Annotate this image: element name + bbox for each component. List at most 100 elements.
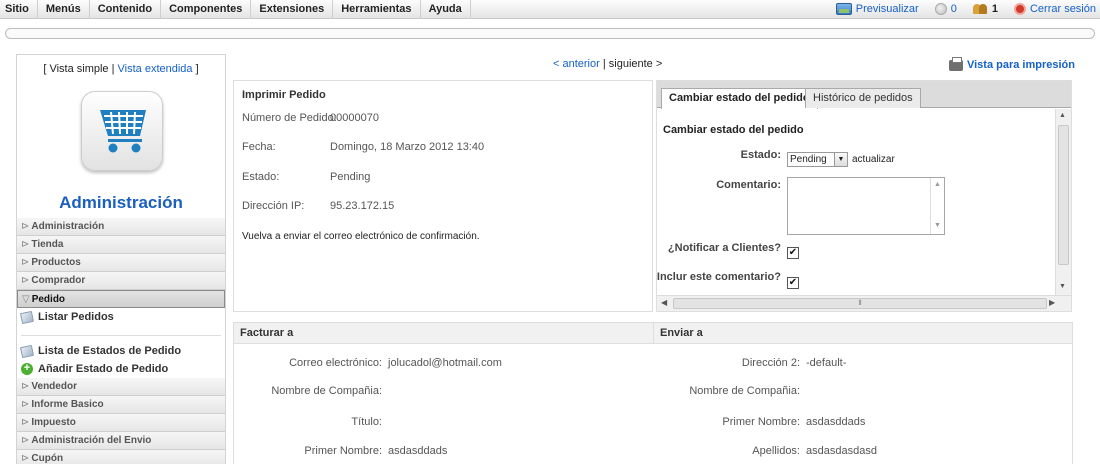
order-status-label: Estado: [242,171,280,183]
order-info-panel: Imprimir Pedido Número de Pedido: 000000… [233,80,653,312]
horizontal-scrollbar[interactable]: ◀ ⦀ ▶ [657,295,1071,311]
billing-firstname-label: Primer Nombre: [304,445,382,457]
shipping-address2-label: Dirección 2: [741,357,800,369]
menu-menus[interactable]: Menús [38,0,90,19]
order-number-value: 00000070 [330,112,379,124]
add-icon: + [21,363,33,375]
sidebar-subitem-estados-pedido[interactable]: Lista de Estados de Pedido [17,342,225,360]
users-icon [972,3,988,15]
status-area: Previsualizar 0 1 Cerrar sesión [835,0,1096,18]
chevron-right-icon: ⊳ [21,435,30,446]
order-info-title: Imprimir Pedido [242,89,326,101]
print-view-link[interactable]: Vista para impresión [948,56,1075,71]
sidebar-nav: ⊳ Administración ⊳ Tienda ⊳ Productos ⊳ Comp… [17,218,225,464]
document-icon [19,310,35,324]
sidebar-item-pedido[interactable]: ▽ Pedido [17,290,225,308]
messages-count[interactable]: 0 [951,3,957,15]
main-menu: Sitio Menús Contenido Componentes Extens… [0,0,471,19]
sidebar-item-administracion[interactable]: ⊳ Administración [17,218,225,236]
previous-link[interactable]: < anterior [553,58,600,70]
order-status-tabs: Cambiar estado del pedido Histórico de p… [656,80,1072,312]
include-comment-checkbox[interactable]: ✔ [787,277,799,289]
billing-email-label: Correo electrónico: [289,357,382,369]
chevron-right-icon: ⊳ [21,417,30,428]
billing-firstname-value: asdasddads [388,445,448,457]
comment-label: Comentario: [716,179,781,191]
view-switch: [ Vista simple | Vista extendida ] [17,63,225,75]
menu-herramientas[interactable]: Herramientas [333,0,421,19]
progress-bar [5,28,1095,39]
sidebar-item-productos[interactable]: ⊳ Productos [17,254,225,272]
horizontal-scroll-thumb[interactable]: ⦀ [673,298,1047,309]
shipping-firstname-value: asdasddads [806,416,866,428]
shipping-header: Enviar a [653,323,1072,344]
view-extended-link[interactable]: Vista extendida [118,63,193,75]
preview-icon[interactable] [835,3,852,15]
shipping-address2-value: -default- [806,357,847,369]
change-status-title: Cambiar estado del pedido [663,124,804,136]
sidebar-title: Administración [59,193,183,212]
chevron-right-icon: ⊳ [21,453,30,464]
addresses-panel: Facturar a Enviar a Correo electrónico: … [233,322,1073,464]
chevron-down-icon[interactable]: ▼ [834,153,847,166]
sidebar-item-cupon[interactable]: ⊳ Cupón [17,450,225,464]
view-switch-close: ] [195,63,199,75]
shopping-cart-icon [81,91,163,171]
view-simple-link[interactable]: [ Vista simple | [43,63,114,75]
vertical-scroll-thumb[interactable] [1058,125,1069,265]
order-date-value: Domingo, 18 Marzo 2012 13:40 [330,141,485,153]
menu-contenido[interactable]: Contenido [90,0,162,19]
sidebar-divider [21,326,221,336]
chevron-right-icon: ⊳ [21,257,30,268]
logout-link[interactable]: Cerrar sesión [1030,3,1096,15]
chevron-right-icon: ⊳ [21,275,30,286]
billing-email-value: jolucadol@hotmail.com [388,357,502,369]
sidebar-item-tienda[interactable]: ⊳ Tienda [17,236,225,254]
menu-extensiones[interactable]: Extensiones [251,0,334,19]
notify-customer-checkbox[interactable]: ✔ [787,247,799,259]
tab-change-status[interactable]: Cambiar estado del pedido [661,88,818,109]
messages-icon[interactable] [934,3,947,15]
estado-select-group: Pending ▼ actualizar [787,152,895,167]
logout-icon[interactable] [1013,3,1026,15]
billing-header: Facturar a [234,323,653,344]
billing-title-label: Título: [351,416,382,428]
textarea-scrollbar[interactable]: ▲ ▼ [930,178,944,234]
tab-strip: Cambiar estado del pedido Histórico de p… [657,81,1071,109]
resend-confirmation-link[interactable]: Vuelva a enviar el correo electrónico de… [242,231,480,242]
vertical-scrollbar[interactable]: ▲ ▼ [1055,109,1071,295]
top-menu-bar: Sitio Menús Contenido Componentes Extens… [0,0,1100,19]
billing-company-label: Nombre de Compañia: [271,385,382,397]
shipping-lastname-value: asdasdasdasd [806,445,877,457]
shipping-firstname-label: Primer Nombre: [722,416,800,428]
update-link[interactable]: actualizar [852,154,895,165]
sidebar-item-impuesto[interactable]: ⊳ Impuesto [17,414,225,432]
next-link[interactable]: siguiente > [609,58,663,70]
sidebar-subitem-anadir-estado[interactable]: + Añadir Estado de Pedido [17,360,225,378]
comment-textarea[interactable]: ▲ ▼ [787,177,945,235]
order-ip-value: 95.23.172.15 [330,200,395,212]
sidebar-subitem-listar-pedidos[interactable]: Listar Pedidos [17,308,225,326]
document-icon [19,344,35,358]
shipping-lastname-label: Apellidos: [752,445,800,457]
users-count: 1 [991,3,998,15]
sidebar-item-vendedor[interactable]: ⊳ Vendedor [17,378,225,396]
menu-ayuda[interactable]: Ayuda [421,0,471,19]
change-status-form: Cambiar estado del pedido Estado: Pendin… [657,109,1071,295]
sidebar-item-informe-basico[interactable]: ⊳ Informe Basico [17,396,225,414]
tab-order-history[interactable]: Histórico de pedidos [805,88,921,108]
menu-sitio[interactable]: Sitio [0,0,38,19]
include-comment-label: ¿Inclur este comentario? [657,271,781,283]
sidebar-item-envio[interactable]: ⊳ Administración del Envio [17,432,225,450]
order-status-value: Pending [330,171,371,183]
order-pager: < anterior | siguiente > [553,58,662,70]
sidebar-item-comprador[interactable]: ⊳ Comprador [17,272,225,290]
printer-icon [948,56,963,71]
order-ip-label: Dirección IP: [242,200,305,212]
chevron-right-icon: ⊳ [21,239,30,250]
estado-select[interactable]: Pending ▼ [787,152,848,167]
chevron-right-icon: ⊳ [21,399,30,410]
sidebar: [ Vista simple | Vista extendida ] Admin… [16,54,226,464]
preview-link[interactable]: Previsualizar [856,3,919,15]
menu-componentes[interactable]: Componentes [161,0,252,19]
